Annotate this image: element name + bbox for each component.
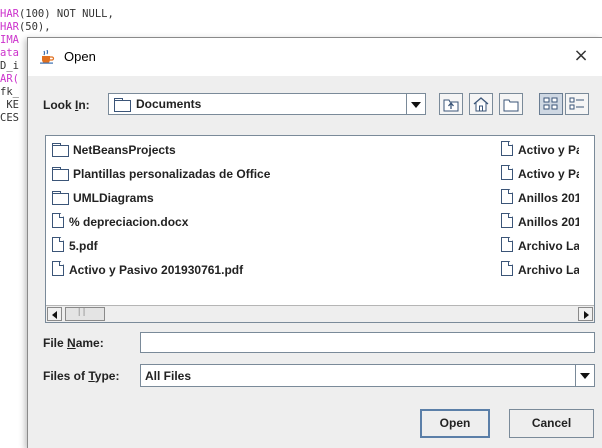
- item-name: UMLDiagrams: [73, 191, 154, 205]
- details-view-button[interactable]: [565, 93, 589, 115]
- item-name: Archivo Laura C: [518, 263, 579, 277]
- folder-item[interactable]: NetBeansProjects: [52, 140, 176, 160]
- scroll-right-button[interactable]: [578, 307, 593, 321]
- item-name: Activo y Pasivo: [518, 167, 579, 181]
- file-item[interactable]: Activo y Pasivo: [501, 140, 579, 160]
- code-keyword: ata: [0, 47, 19, 59]
- code-keyword: HAR: [0, 8, 19, 20]
- item-name: NetBeansProjects: [73, 143, 176, 157]
- open-button[interactable]: Open: [420, 409, 490, 438]
- new-folder-icon: [503, 99, 519, 112]
- file-item[interactable]: % depreciacion.docx: [52, 212, 188, 232]
- new-folder-button[interactable]: [499, 93, 523, 115]
- file-icon: [52, 213, 64, 228]
- code-keyword: AR(: [0, 73, 19, 85]
- item-name: % depreciacion.docx: [69, 215, 189, 229]
- folder-icon: [114, 98, 131, 112]
- dialog-titlebar[interactable]: Open ×: [28, 38, 602, 76]
- code-line: CES: [0, 112, 19, 125]
- scroll-left-button[interactable]: [47, 307, 62, 321]
- code-text: (100) NOT NULL,: [18, 8, 114, 20]
- file-item[interactable]: Activo y Pasivo: [501, 164, 579, 184]
- file-item[interactable]: Archivo Laura C: [501, 260, 579, 280]
- file-icon: [501, 141, 513, 156]
- file-icon: [501, 189, 513, 204]
- scrollbar-thumb[interactable]: [65, 306, 105, 321]
- item-name: 5.pdf: [69, 239, 98, 253]
- code-line: fk_: [0, 86, 19, 99]
- horizontal-scrollbar[interactable]: [46, 305, 594, 322]
- close-button[interactable]: ×: [570, 45, 592, 67]
- details-view-icon: [569, 97, 584, 110]
- files-of-type-combo[interactable]: All Files: [140, 364, 595, 387]
- up-one-level-button[interactable]: [439, 93, 463, 115]
- code-line: HAR(50),: [0, 21, 51, 34]
- folder-item[interactable]: UMLDiagrams: [52, 188, 154, 208]
- folder-item[interactable]: Plantillas personalizadas de Office: [52, 164, 270, 184]
- file-icon: [501, 165, 513, 180]
- cancel-button[interactable]: Cancel: [509, 409, 594, 438]
- list-view-icon: [543, 97, 558, 110]
- file-icon: [501, 213, 513, 228]
- file-icon: [501, 261, 513, 276]
- open-file-dialog: Open × Look In: Documents | | NetBeansPr…: [27, 37, 602, 448]
- file-icon: [52, 237, 64, 252]
- file-item[interactable]: Anillos 201930: [501, 188, 579, 208]
- folder-icon: [52, 143, 69, 157]
- dialog-title: Open: [64, 49, 96, 64]
- list-view-button[interactable]: [539, 93, 563, 115]
- code-line: HAR(100) NOT NULL,: [0, 8, 114, 21]
- home-icon: [473, 97, 489, 112]
- java-cup-icon: [40, 50, 55, 64]
- file-icon: [501, 237, 513, 252]
- item-name: Anillos 201930: [518, 191, 579, 205]
- folder-icon: [52, 191, 69, 205]
- file-icon: [52, 261, 64, 276]
- home-button[interactable]: [469, 93, 493, 115]
- item-name: Archivo Laura C: [518, 239, 579, 253]
- code-line: ata: [0, 47, 19, 60]
- code-keyword: IMA: [0, 34, 19, 46]
- code-text: CES: [0, 112, 19, 124]
- code-keyword: HAR: [0, 21, 19, 33]
- look-in-value: Documents: [136, 97, 202, 111]
- look-in-combo[interactable]: Documents: [108, 93, 426, 115]
- code-line: IMA: [0, 34, 19, 47]
- item-name: Activo y Pasivo: [518, 143, 579, 157]
- file-name-label: File Name:: [43, 336, 104, 350]
- code-text: D_i: [0, 60, 19, 72]
- look-in-label: Look In:: [43, 98, 90, 112]
- file-list[interactable]: NetBeansProjects Plantillas personalizada…: [45, 135, 595, 323]
- file-item[interactable]: 5.pdf: [52, 236, 98, 256]
- item-name: Plantillas personalizadas de Office: [73, 167, 271, 181]
- chevron-down-icon[interactable]: [575, 365, 594, 386]
- files-of-type-label: Files of Type:: [43, 369, 120, 383]
- chevron-down-icon[interactable]: [406, 94, 425, 114]
- code-line: KE: [0, 99, 19, 112]
- folder-icon: [52, 167, 69, 181]
- up-one-level-icon: [443, 99, 459, 112]
- item-name: Anillos 201930: [518, 215, 579, 229]
- code-line: AR(: [0, 73, 19, 86]
- file-name-input[interactable]: [140, 332, 595, 353]
- code-text: fk_: [0, 86, 19, 98]
- code-text: KE: [0, 99, 19, 111]
- files-of-type-value: All Files: [145, 369, 192, 383]
- code-line: D_i: [0, 60, 19, 73]
- code-text: (50),: [18, 21, 51, 33]
- item-name: Activo y Pasivo 201930761.pdf: [69, 263, 244, 277]
- file-item[interactable]: Activo y Pasivo 201930761.pdf: [52, 260, 243, 280]
- file-item[interactable]: Archivo Laura C: [501, 236, 579, 256]
- file-item[interactable]: Anillos 201930: [501, 212, 579, 232]
